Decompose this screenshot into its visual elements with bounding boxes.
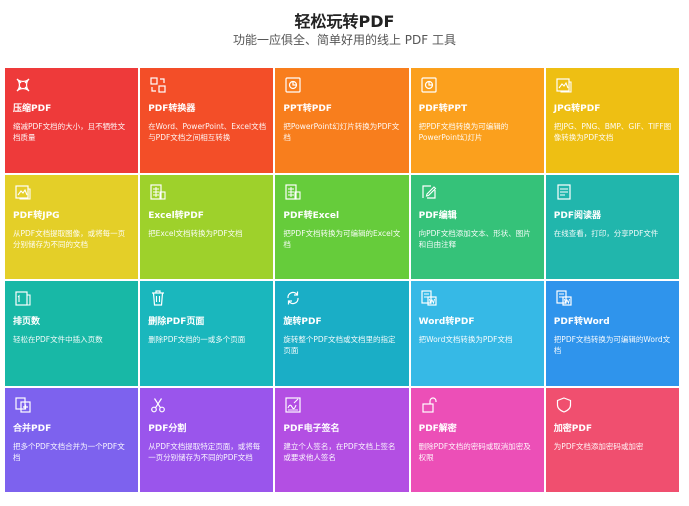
- tool-tile-split-pdf[interactable]: PDF分割从PDF文档提取特定页面，或将每一页分别储存为不同的PDF文档: [140, 387, 274, 492]
- tool-description: 在Word、PowerPoint、Excel文档与PDF文档之间相互转换: [148, 122, 267, 142]
- tool-name: 排页数: [13, 317, 41, 327]
- tool-name: 加密PDF: [553, 423, 593, 434]
- tool-name: Word转PDF: [418, 317, 475, 327]
- tool-tile-page-numbers[interactable]: 排页数轻松在PDF文件中插入页数: [5, 281, 139, 386]
- tool-tile-word-to-pdf[interactable]: Word转PDF 把Word文档转换为PDF文档: [410, 281, 544, 386]
- image-icon: [14, 183, 32, 201]
- tool-name: 删除PDF页面: [148, 317, 205, 327]
- excel-icon: [284, 183, 302, 201]
- tool-description: 轻松在PDF文件中插入页数: [13, 335, 103, 344]
- tool-name: JPG转PDF: [553, 104, 601, 114]
- tool-description: 从PDF文档提取特定页面，或将每一页分别储存为不同的PDF文档: [148, 441, 261, 462]
- tool-tile-pdf-converter[interactable]: PDF转换器在Word、PowerPoint、Excel文档与PDF文档之间相互…: [140, 68, 274, 173]
- tool-tile-unlock-pdf[interactable]: PDF解密删除PDF文档的密码或取消加密及权限: [410, 387, 544, 492]
- tool-tile-delete-pages[interactable]: 删除PDF页面删除PDF文档的一或多个页面: [140, 281, 274, 386]
- image-icon: [555, 76, 573, 94]
- tool-name: Excel转PDF: [148, 210, 204, 221]
- ppt-icon: [420, 76, 438, 94]
- tool-tile-protect-pdf[interactable]: 加密PDF 为PDF文档添加密码或加密: [545, 387, 679, 492]
- tool-description: 把PDF文档转换为可编辑的Word文档: [553, 335, 671, 355]
- signature-icon: [284, 396, 302, 414]
- tool-grid: 压缩PDF 缩减PDF文档的大小，且不牺牲文档质量 PDF转换器在Word、Powe…: [5, 68, 679, 492]
- tool-name: PDF转换器: [148, 104, 196, 114]
- tool-description: 旋转整个PDF文档或文档里的指定页面: [283, 335, 396, 355]
- tool-tile-pdf-to-jpg[interactable]: PDF转JPG 从PDF文档提取图像，或将每一页分别储存为不同的文档: [5, 174, 139, 279]
- tool-tile-pdf-to-word[interactable]: PDF转Word 把PDF文档转换为可编辑的Word文档: [545, 281, 679, 386]
- tool-name: PDF转JPG: [13, 210, 60, 221]
- tool-description: 把JPG、PNG、BMP、GIF、TIFF图像转换为PDF文档: [553, 122, 672, 142]
- rotate-icon: [284, 289, 302, 307]
- tool-tile-rotate-pdf[interactable]: 旋转PDF 旋转整个PDF文档或文档里的指定页面: [275, 281, 409, 386]
- tool-tile-pdf-edit[interactable]: PDF编辑向PDF文档添加文本、形状、图片和自由注释: [410, 174, 544, 279]
- tool-description: 缩减PDF文档的大小，且不牺牲文档质量: [13, 122, 126, 142]
- reader-icon: [555, 183, 573, 201]
- tool-name: PDF编辑: [418, 210, 457, 221]
- trash-icon: [149, 289, 167, 307]
- tool-description: 把PDF文档转换为可编辑的PowerPoint幻灯片: [418, 122, 509, 142]
- page-header: 轻松玩转PDF 功能一应俱全、简单好用的线上 PDF 工具: [0, 0, 689, 68]
- unlock-icon: [420, 396, 438, 414]
- tool-name: PPT转PDF: [283, 104, 332, 114]
- shield-icon: [555, 396, 573, 414]
- compress-icon: [14, 76, 32, 94]
- tool-name: PDF转Excel: [283, 210, 340, 221]
- page-title: 轻松玩转PDF: [294, 12, 395, 31]
- scissors-icon: [149, 396, 167, 414]
- tool-description: 把PDF文档转换为可编辑的Excel文档: [283, 228, 401, 249]
- tool-tile-ppt-to-pdf[interactable]: PPT转PDF 把PowerPoint幻灯片转换为PDF文档: [275, 68, 409, 173]
- converter-icon: [149, 76, 167, 94]
- ppt-icon: [284, 76, 302, 94]
- tool-tile-esign-pdf[interactable]: PDF电子签名建立个人签名，在PDF文档上签名或要求他人签名: [275, 387, 409, 492]
- tool-description: 删除PDF文档的一或多个页面: [148, 335, 246, 344]
- tool-tile-merge-pdf[interactable]: 合并PDF 把多个PDF文档合并为一个PDF文档: [5, 387, 139, 492]
- tool-name: PDF解密: [418, 423, 457, 434]
- edit-icon: [420, 183, 438, 201]
- tool-description: 删除PDF文档的密码或取消加密及权限: [418, 441, 531, 462]
- tool-description: 在线查看，打印，分享PDF文件: [553, 228, 659, 238]
- tool-tile-excel-to-pdf[interactable]: Excel转PDF 把Excel文档转换为PDF文档: [140, 174, 274, 279]
- merge-icon: [14, 396, 32, 414]
- tool-name: PDF转Word: [553, 317, 610, 327]
- tool-tile-jpg-to-pdf[interactable]: JPG转PDF 把JPG、PNG、BMP、GIF、TIFF图像转换为PDF文档: [545, 68, 679, 173]
- tool-name: PDF电子签名: [283, 423, 340, 434]
- word-icon: [420, 289, 438, 307]
- tool-tile-pdf-reader[interactable]: PDF阅读器在线查看，打印，分享PDF文件: [545, 174, 679, 279]
- page-number-icon: [14, 289, 32, 307]
- tool-name: 旋转PDF: [283, 317, 322, 327]
- excel-icon: [149, 183, 167, 201]
- tool-description: 把PowerPoint幻灯片转换为PDF文档: [283, 122, 400, 142]
- word-icon: [555, 289, 573, 307]
- tool-name: PDF转PPT: [418, 104, 468, 114]
- tool-description: 把Word文档转换为PDF文档: [418, 335, 513, 344]
- tool-description: 把多个PDF文档合并为一个PDF文档: [13, 441, 125, 462]
- tool-tile-compress[interactable]: 压缩PDF 缩减PDF文档的大小，且不牺牲文档质量: [5, 68, 139, 173]
- tool-description: 把Excel文档转换为PDF文档: [148, 228, 243, 238]
- tool-name: PDF分割: [148, 423, 187, 434]
- tool-description: 从PDF文档提取图像，或将每一页分别储存为不同的文档: [13, 228, 126, 249]
- tool-description: 建立个人签名，在PDF文档上签名或要求他人签名: [283, 441, 396, 462]
- tool-description: 向PDF文档添加文本、形状、图片和自由注释: [418, 228, 531, 249]
- page-subtitle: 功能一应俱全、简单好用的线上 PDF 工具: [232, 33, 456, 47]
- tool-name: 压缩PDF: [13, 104, 52, 114]
- tool-name: PDF阅读器: [553, 210, 602, 221]
- tool-description: 为PDF文档添加密码或加密: [553, 441, 644, 451]
- tool-name: 合并PDF: [13, 423, 52, 434]
- tool-tile-pdf-to-excel[interactable]: PDF转Excel 把PDF文档转换为可编辑的Excel文档: [275, 174, 409, 279]
- tool-tile-pdf-to-ppt[interactable]: PDF转PPT 把PDF文档转换为可编辑的PowerPoint幻灯片: [410, 68, 544, 173]
